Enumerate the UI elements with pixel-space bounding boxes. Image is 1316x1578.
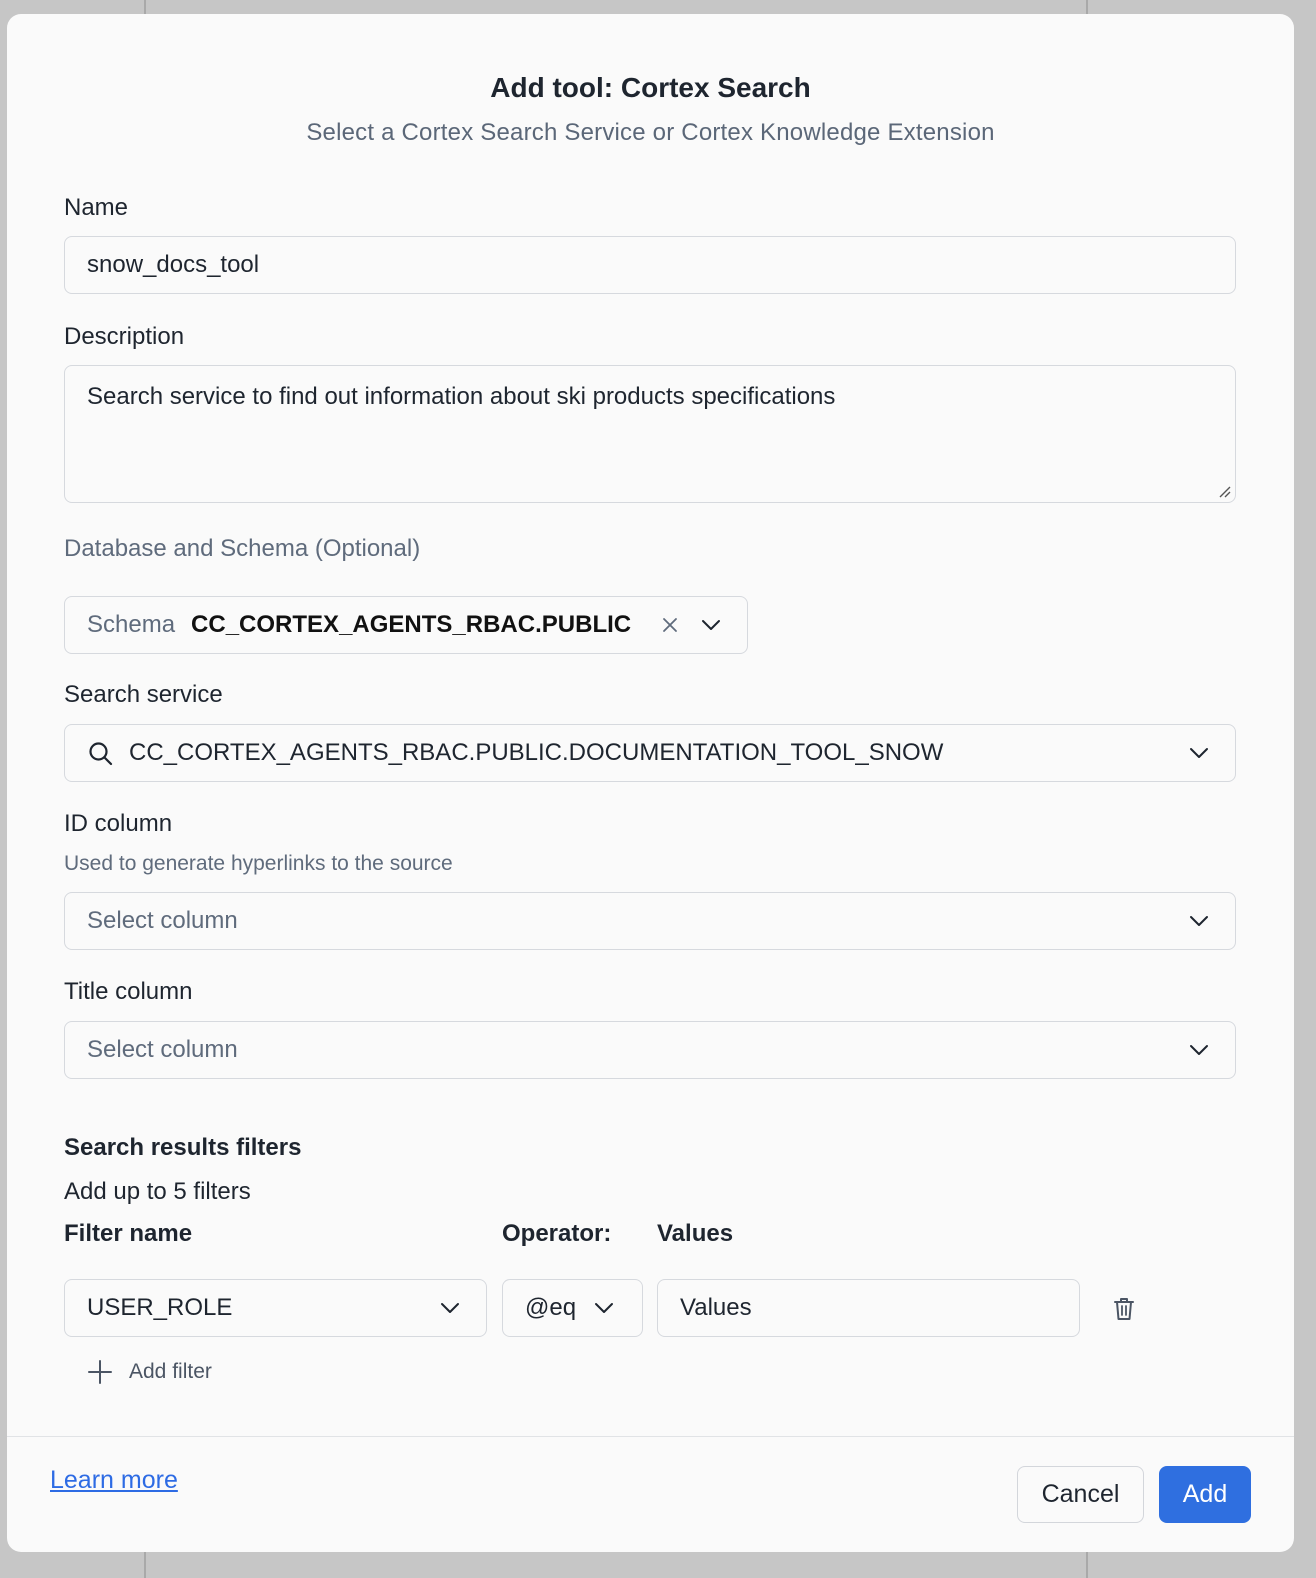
filter-name-header: Filter name — [64, 1220, 193, 1247]
schema-selected-value: CC_CORTEX_AGENTS_RBAC.PUBLIC — [191, 611, 632, 638]
name-input[interactable]: snow_docs_tool — [64, 236, 1236, 294]
search-service-value: CC_CORTEX_AGENTS_RBAC.PUBLIC.DOCUMENTATI… — [129, 739, 944, 766]
chevron-down-icon[interactable] — [699, 613, 723, 637]
id-column-placeholder: Select column — [87, 907, 238, 934]
schema-prefix: Schema — [87, 611, 176, 638]
values-header: Values — [657, 1220, 734, 1247]
search-service-label: Search service — [64, 681, 223, 708]
title-column-select[interactable]: Select column — [64, 1021, 1236, 1079]
name-label: Name — [64, 194, 129, 221]
schema-select[interactable]: Schema CC_CORTEX_AGENTS_RBAC.PUBLIC — [64, 596, 748, 654]
close-icon[interactable] — [660, 615, 680, 635]
add-tool-dialog: Add tool: Cortex Search Select a Cortex … — [7, 14, 1294, 1552]
filter-name-select[interactable]: USER_ROLE — [64, 1279, 487, 1337]
dialog-title: Add tool: Cortex Search — [490, 72, 811, 103]
id-column-label: ID column — [64, 810, 173, 837]
plus-icon — [88, 1360, 112, 1384]
chevron-down-icon[interactable] — [592, 1296, 616, 1320]
chevron-down-icon[interactable] — [1187, 909, 1211, 933]
filter-name-value: USER_ROLE — [87, 1294, 233, 1321]
footer-divider — [7, 1436, 1294, 1437]
dialog-subtitle: Select a Cortex Search Service or Cortex… — [306, 119, 995, 146]
trash-icon[interactable] — [1112, 1296, 1136, 1322]
search-icon — [89, 742, 113, 766]
learn-more-link[interactable]: Learn more — [50, 1466, 178, 1495]
name-value: snow_docs_tool — [87, 251, 260, 278]
description-textarea[interactable]: Search service to find out information a… — [64, 365, 1236, 503]
chevron-down-icon[interactable] — [1187, 741, 1211, 765]
operator-header: Operator: — [502, 1220, 612, 1247]
operator-value: @eq — [525, 1294, 577, 1321]
search-service-select[interactable]: CC_CORTEX_AGENTS_RBAC.PUBLIC.DOCUMENTATI… — [64, 724, 1236, 782]
resize-handle-icon[interactable] — [1215, 482, 1231, 498]
add-filter-button[interactable]: Add filter — [87, 1356, 212, 1388]
title-column-placeholder: Select column — [87, 1036, 238, 1063]
cancel-button[interactable]: Cancel — [1017, 1466, 1144, 1523]
chevron-down-icon[interactable] — [1187, 1038, 1211, 1062]
title-column-label: Title column — [64, 978, 193, 1005]
add-button[interactable]: Add — [1159, 1466, 1251, 1523]
chevron-down-icon[interactable] — [438, 1296, 462, 1320]
description-label: Description — [64, 323, 185, 350]
filters-subtitle: Add up to 5 filters — [64, 1178, 251, 1205]
filter-values-input[interactable]: Values — [657, 1279, 1080, 1337]
description-value: Search service to find out information a… — [87, 383, 836, 410]
id-column-select[interactable]: Select column — [64, 892, 1236, 950]
id-column-hint: Used to generate hyperlinks to the sourc… — [64, 852, 453, 875]
database-schema-label: Database and Schema (Optional) — [64, 535, 421, 562]
operator-select[interactable]: @eq — [502, 1279, 643, 1337]
filter-values-placeholder: Values — [680, 1294, 752, 1321]
add-filter-label: Add filter — [129, 1360, 212, 1383]
filters-section-title: Search results filters — [64, 1134, 302, 1161]
